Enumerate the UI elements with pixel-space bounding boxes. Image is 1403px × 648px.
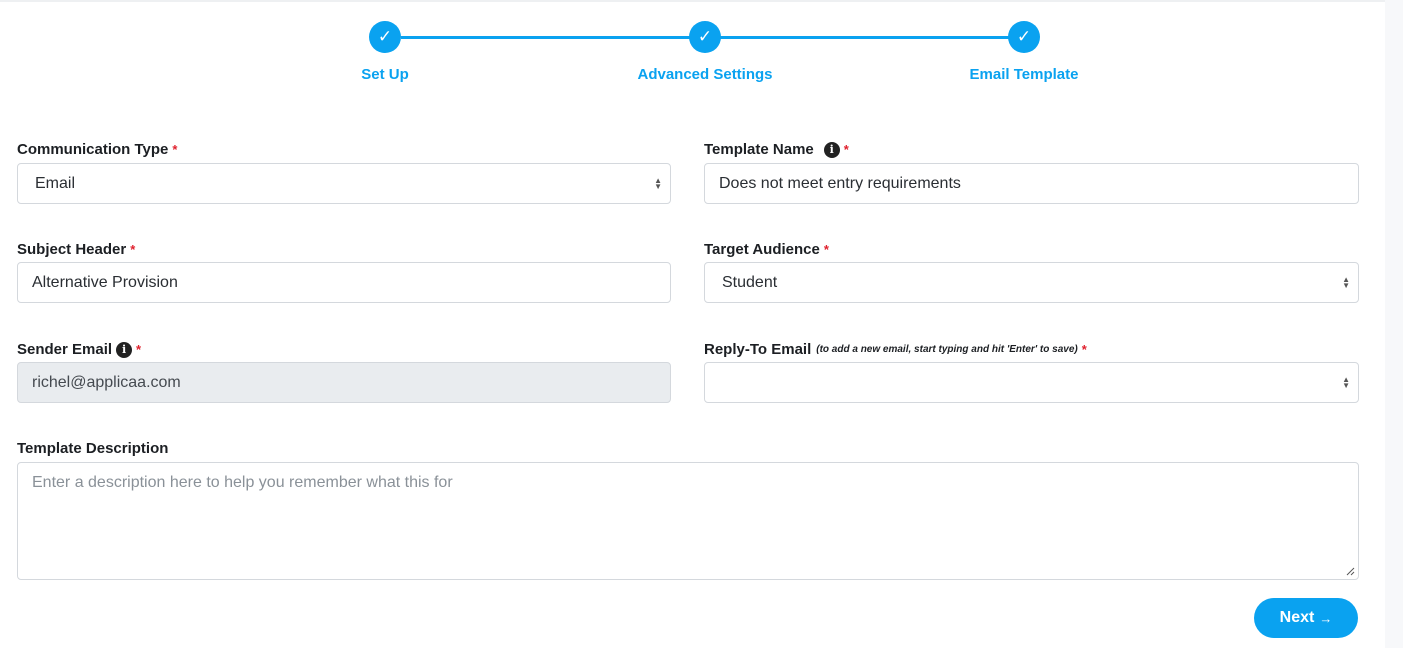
top-border [0, 0, 1385, 2]
required-marker: * [823, 242, 829, 257]
template-description-label: Template Description [17, 440, 168, 457]
subject-header-input[interactable]: Alternative Provision [17, 262, 671, 303]
template-name-value: Does not meet entry requirements [719, 174, 961, 192]
sender-email-label: Sender Email i * [17, 341, 141, 358]
reply-to-email-select[interactable]: ▲ ▼ [704, 362, 1359, 403]
sender-email-value: richel@applicaa.com [32, 373, 181, 391]
template-name-label: Template Name i * [704, 141, 849, 158]
template-name-label-text: Template Name [704, 141, 814, 158]
target-audience-label: Target Audience * [704, 241, 829, 258]
step-1-check-icon[interactable]: ✓ [369, 21, 401, 53]
info-icon[interactable]: i [823, 141, 840, 158]
arrow-right-icon: → [1319, 610, 1333, 626]
template-name-input[interactable]: Does not meet entry requirements [704, 163, 1359, 204]
reply-to-email-label-text: Reply-To Email [704, 341, 812, 358]
communication-type-select[interactable]: Email ▲ ▼ [17, 163, 671, 204]
template-description-textarea[interactable]: Enter a description here to help you rem… [17, 462, 1359, 580]
sender-email-input: richel@applicaa.com [17, 362, 671, 403]
step-connector [720, 36, 1010, 39]
sender-email-label-text: Sender Email [17, 341, 113, 358]
target-audience-select[interactable]: Student ▲ ▼ [704, 262, 1359, 303]
step-connector [401, 36, 691, 39]
step-label-email-template[interactable]: Email Template [904, 66, 1144, 83]
next-button[interactable]: Next → [1254, 598, 1358, 638]
template-description-label-text: Template Description [17, 440, 169, 457]
select-arrows-icon: ▲ ▼ [1342, 374, 1350, 390]
required-marker: * [843, 142, 849, 157]
step-2-check-icon[interactable]: ✓ [689, 21, 721, 53]
target-audience-value: Student [722, 273, 778, 291]
step-3-check-icon[interactable]: ✓ [1008, 21, 1040, 53]
step-label-advanced-settings[interactable]: Advanced Settings [585, 66, 825, 83]
required-marker: * [1081, 342, 1087, 357]
template-description-placeholder: Enter a description here to help you rem… [32, 474, 453, 491]
required-marker: * [130, 242, 136, 257]
subject-header-label-text: Subject Header [17, 241, 127, 258]
required-marker: * [172, 142, 178, 157]
reply-to-email-hint: (to add a new email, start typing and hi… [816, 344, 1078, 355]
next-button-label: Next [1279, 609, 1315, 626]
communication-type-value: Email [35, 174, 76, 192]
required-marker: * [136, 342, 142, 357]
communication-type-label-text: Communication Type [17, 141, 169, 158]
resize-handle-icon[interactable] [1346, 567, 1355, 576]
reply-to-email-label: Reply-To Email (to add a new email, star… [704, 341, 1087, 358]
target-audience-label-text: Target Audience [704, 241, 820, 258]
select-arrows-icon: ▲ ▼ [654, 175, 662, 191]
step-label-set-up[interactable]: Set Up [265, 66, 505, 83]
communication-type-label: Communication Type * [17, 141, 177, 158]
subject-header-value: Alternative Provision [32, 273, 178, 291]
page-scrollbar-track[interactable] [1385, 0, 1403, 648]
info-icon[interactable]: i [116, 341, 133, 358]
select-arrows-icon: ▲ ▼ [1342, 274, 1350, 290]
subject-header-label: Subject Header * [17, 241, 135, 258]
